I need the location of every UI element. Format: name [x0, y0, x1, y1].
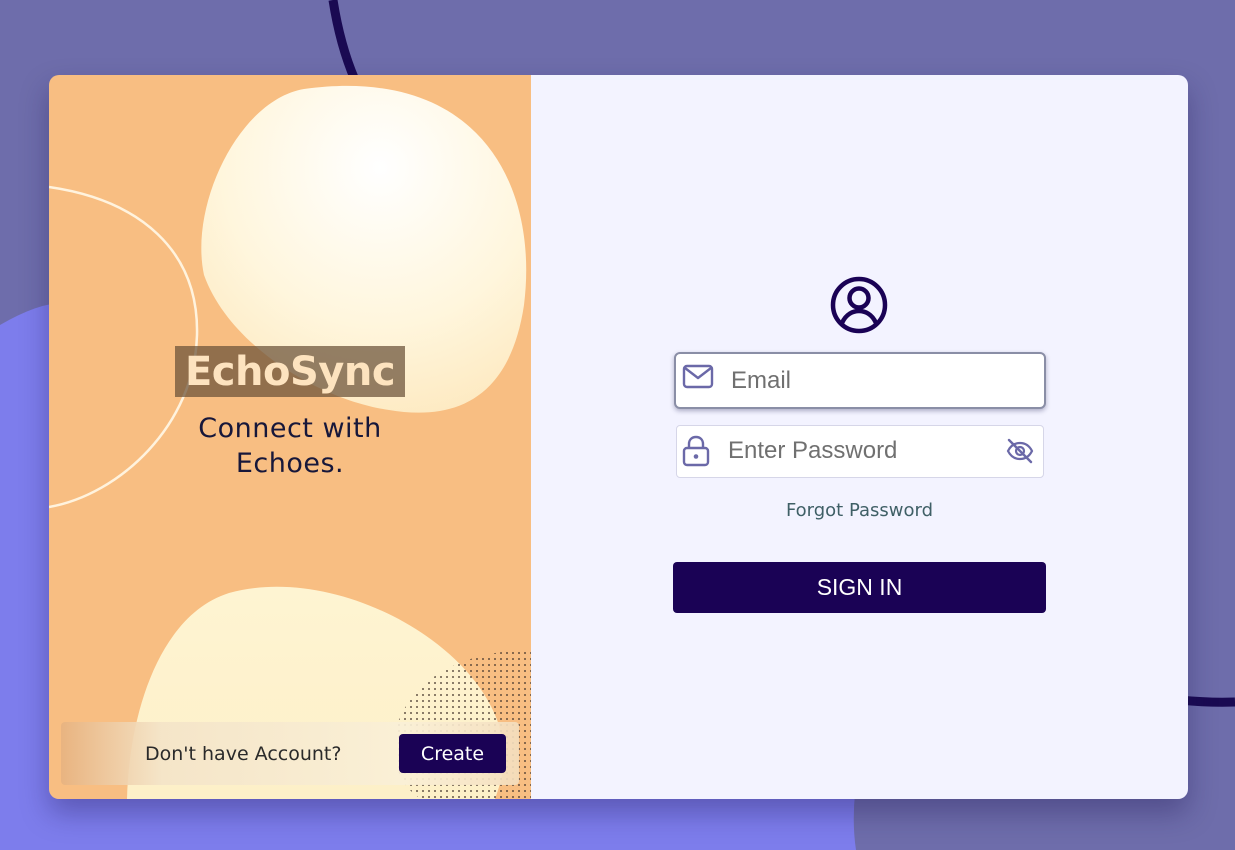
email-field: [674, 352, 1046, 409]
password-field: [676, 425, 1044, 478]
login-panel: Forgot Password SIGN IN: [531, 75, 1188, 799]
page-background: EchoSync Connect with Echoes. Don't have…: [0, 0, 1235, 850]
signup-bar: Don't have Account? Create: [61, 722, 519, 785]
brand-block: EchoSync Connect with Echoes.: [49, 346, 531, 481]
envelope-icon: [682, 364, 714, 389]
brand-tagline: Connect with Echoes.: [198, 413, 382, 479]
password-input[interactable]: [728, 434, 998, 468]
email-input[interactable]: [731, 364, 1031, 398]
forgot-password-link[interactable]: Forgot Password: [531, 500, 1188, 521]
create-account-button[interactable]: Create: [399, 734, 506, 773]
login-card: EchoSync Connect with Echoes. Don't have…: [49, 75, 1188, 799]
sign-in-button[interactable]: SIGN IN: [673, 562, 1046, 613]
user-circle-icon: [830, 276, 888, 334]
brand-panel: EchoSync Connect with Echoes. Don't have…: [49, 75, 531, 799]
eye-slash-icon[interactable]: [1005, 436, 1035, 466]
lock-icon: [682, 435, 710, 467]
brand-title: EchoSync: [174, 346, 406, 397]
signup-prompt: Don't have Account?: [145, 743, 342, 765]
